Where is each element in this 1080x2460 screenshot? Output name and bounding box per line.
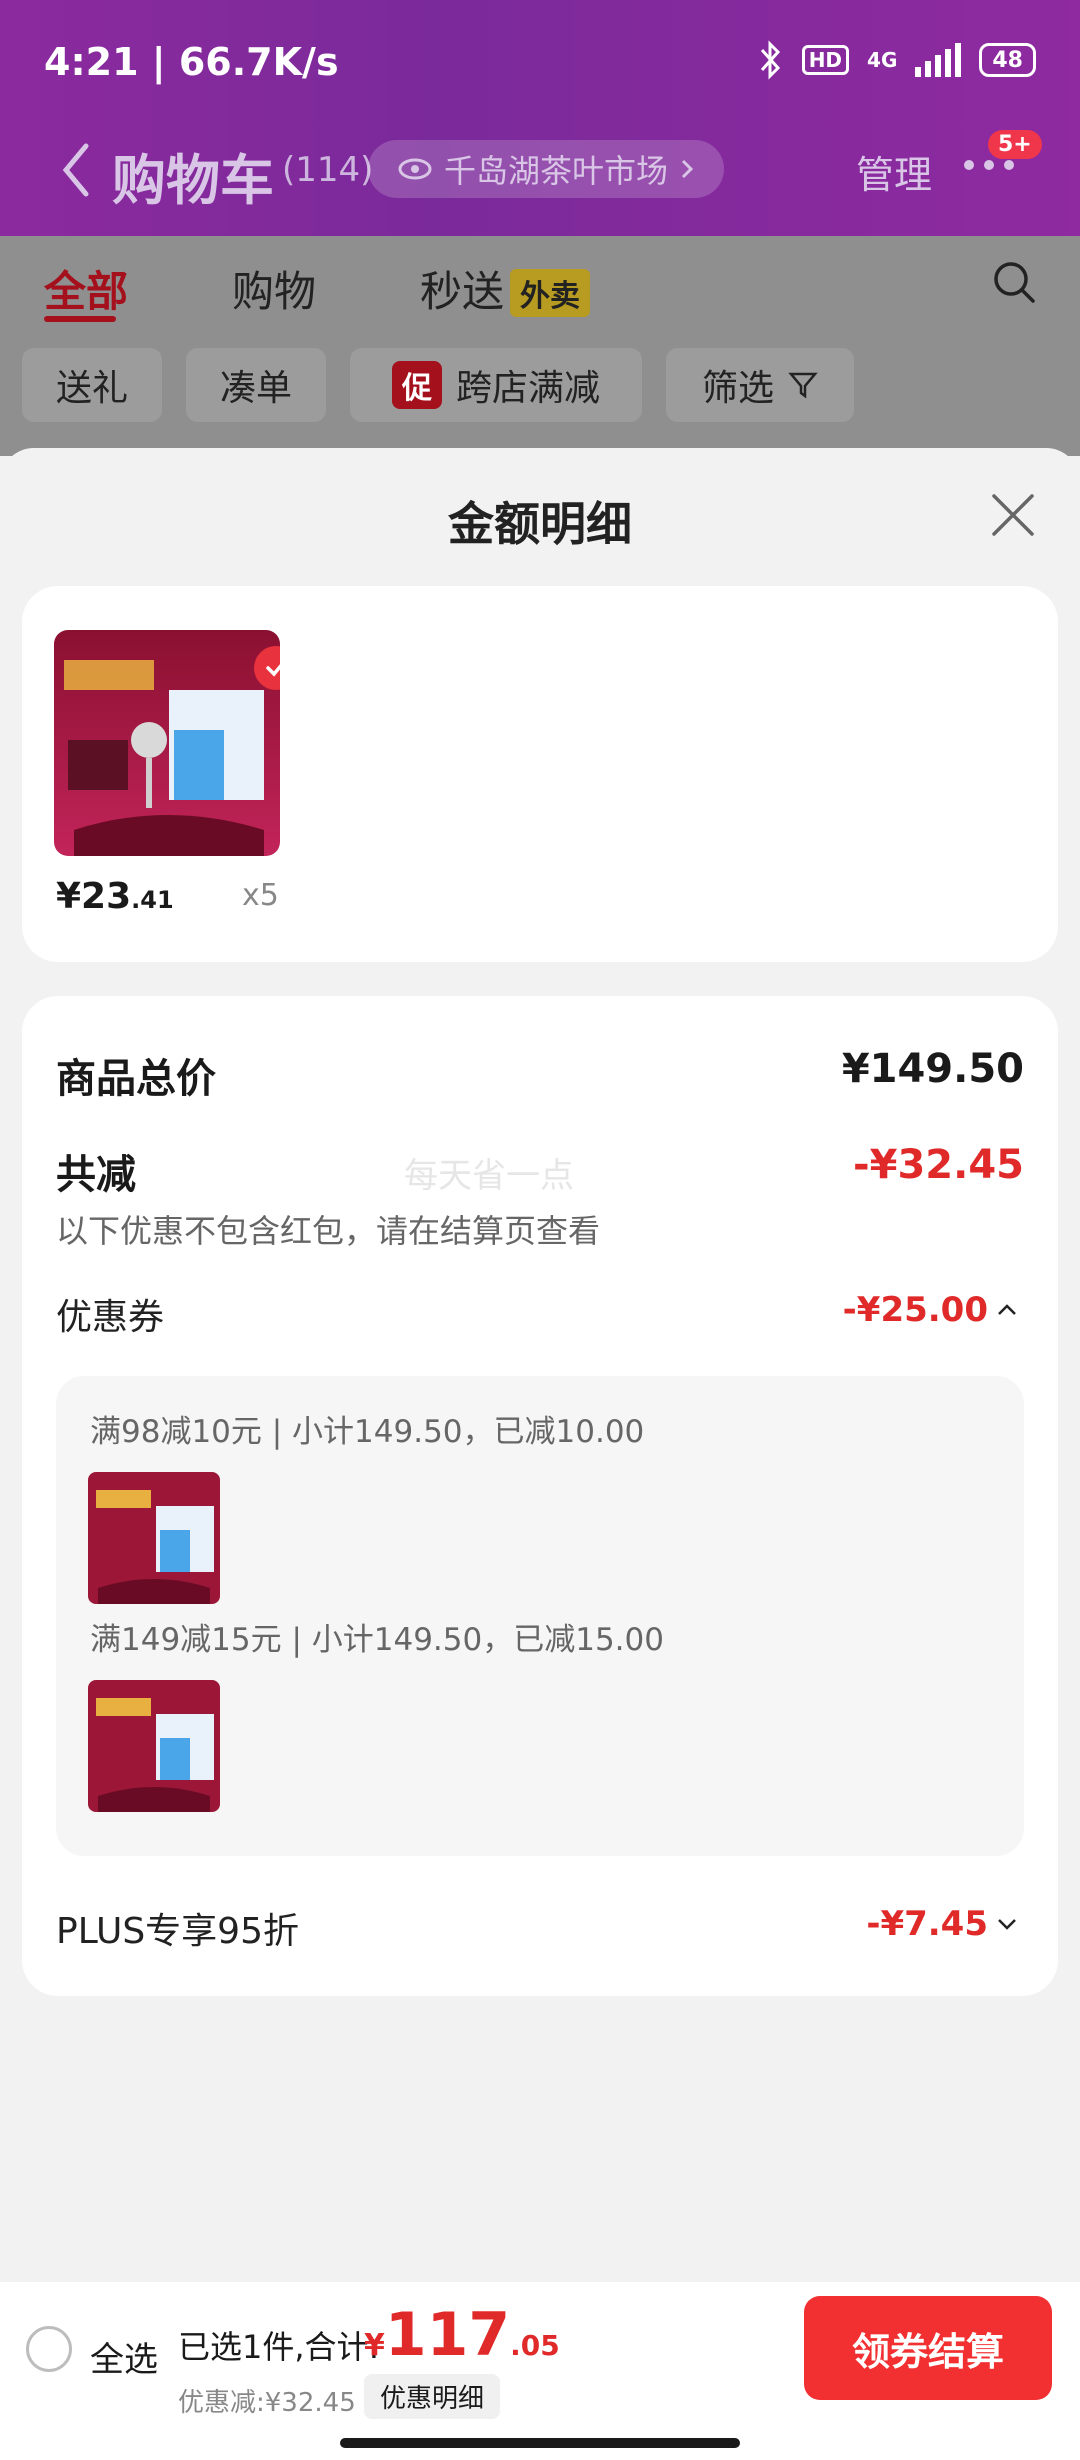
chevron-up-icon xyxy=(998,1304,1016,1315)
price-breakdown-card: 商品总价 ¥149.50 共减 每天省一点 -¥32.45 以下优惠不包含红包，… xyxy=(22,996,1058,1996)
page-title: 购物车 xyxy=(112,149,274,212)
bluetooth-icon xyxy=(760,40,780,80)
tab-instant[interactable]: 秒送 外卖 xyxy=(420,258,591,319)
select-all-radio[interactable] xyxy=(26,2326,72,2372)
total-reduce-value: -¥32.45 xyxy=(853,1142,1024,1188)
filter-cross-store-label: 跨店满减 xyxy=(455,368,600,409)
battery-icon: 48 xyxy=(979,43,1036,77)
coupon-product-thumb xyxy=(88,1680,220,1812)
coupon-line: 满149减15元 | 小计149.50，已减15.00 xyxy=(90,1622,664,1658)
amount-detail-sheet: 金额明细 ¥23.41 x5 商品总价 ¥149.50 共减 每天省一点 -¥3… xyxy=(0,448,1080,2460)
filter-bundle[interactable]: 凑单 xyxy=(186,348,326,422)
filter-label: 筛选 xyxy=(701,368,774,409)
selection-summary: 已选1件,合计: xyxy=(178,2328,380,2366)
promo-tag: 促 xyxy=(391,361,442,409)
plus-discount-toggle[interactable]: -¥7.45 xyxy=(866,1904,1018,1944)
coupon-details: 满98减10元 | 小计149.50，已减10.00 满149减15元 | 小计… xyxy=(56,1376,1024,1856)
manage-button[interactable]: 管理 xyxy=(856,144,932,199)
more-icon[interactable] xyxy=(964,160,1014,170)
sheet-title: 金额明细 xyxy=(448,497,632,551)
tab-instant-label: 秒送 xyxy=(420,267,505,316)
store-chip[interactable]: 千岛湖茶叶市场 xyxy=(368,140,725,198)
filter-gift[interactable]: 送礼 xyxy=(22,348,162,422)
product-price: ¥23.41 xyxy=(56,876,174,917)
nav-bar: 购物车 (114) 千岛湖茶叶市场 管理 5+ xyxy=(0,130,1080,220)
store-chip-label: 千岛湖茶叶市场 xyxy=(444,152,669,190)
select-all-label[interactable]: 全选 xyxy=(90,2332,158,2381)
search-icon[interactable] xyxy=(992,260,1036,304)
close-icon[interactable] xyxy=(990,492,1036,538)
total-price-value: ¥149.50 xyxy=(841,1046,1024,1092)
total-reduce-label: 共减 xyxy=(56,1152,136,1198)
status-icons: HD 4G 48 xyxy=(758,40,1036,80)
message-badge: 5+ xyxy=(988,130,1042,159)
hd-icon: HD xyxy=(801,45,850,75)
watermark-text: 每天省一点 xyxy=(404,1156,574,1196)
home-indicator xyxy=(340,2438,740,2448)
coupon-line: 满98减10元 | 小计149.50，已减10.00 xyxy=(90,1414,645,1450)
tab-underline xyxy=(44,316,116,322)
tab-all[interactable]: 全部 xyxy=(44,258,128,319)
coupon-toggle[interactable]: -¥25.00 xyxy=(843,1290,1018,1330)
product-card: ¥23.41 x5 xyxy=(22,586,1058,962)
filter-button[interactable]: 筛选 xyxy=(666,348,854,422)
chevron-down-icon xyxy=(998,1919,1016,1930)
product-image[interactable] xyxy=(54,630,280,856)
eye-icon xyxy=(398,158,432,180)
plus-discount-label: PLUS专享95折 xyxy=(56,1911,299,1952)
signal-icon xyxy=(915,43,962,77)
coupon-product-thumb xyxy=(88,1472,220,1604)
checkout-button[interactable]: 领券结算 xyxy=(804,2296,1052,2400)
plus-discount-value: -¥7.45 xyxy=(866,1904,988,1944)
funnel-icon xyxy=(788,372,818,399)
total-amount: ¥117.05 xyxy=(364,2300,560,2370)
total-price-label: 商品总价 xyxy=(56,1056,216,1102)
chevron-right-icon xyxy=(681,159,694,179)
discount-amount: 优惠减:¥32.45 xyxy=(178,2388,356,2418)
discount-note: 以下优惠不包含红包，请在结算页查看 xyxy=(56,1212,601,1250)
network-type: 4G xyxy=(867,48,898,72)
product-quantity: x5 xyxy=(242,878,279,913)
status-time: 4:21 | 66.7K/s xyxy=(44,40,339,84)
cart-count: (114) xyxy=(282,150,374,190)
app-header: 4:21 | 66.7K/s HD 4G 48 购物车 (114) 千岛湖茶叶市… xyxy=(0,0,1080,236)
takeout-tag: 外卖 xyxy=(510,269,591,317)
filter-cross-store[interactable]: 促 跨店满减 xyxy=(350,348,642,422)
coupon-label: 优惠券 xyxy=(56,1297,165,1338)
tabs-filter-area: 全部 购物 秒送 外卖 送礼 凑单 促 跨店满减 筛选 xyxy=(0,236,1080,456)
discount-detail-button[interactable]: 优惠明细 xyxy=(364,2374,501,2419)
back-icon[interactable] xyxy=(56,140,96,200)
coupon-value: -¥25.00 xyxy=(842,1290,988,1330)
checkout-bar: 全选 已选1件,合计: ¥117.05 优惠减:¥32.45 优惠明细 领券结算 xyxy=(0,2282,1080,2460)
tab-shopping[interactable]: 购物 xyxy=(232,258,316,319)
